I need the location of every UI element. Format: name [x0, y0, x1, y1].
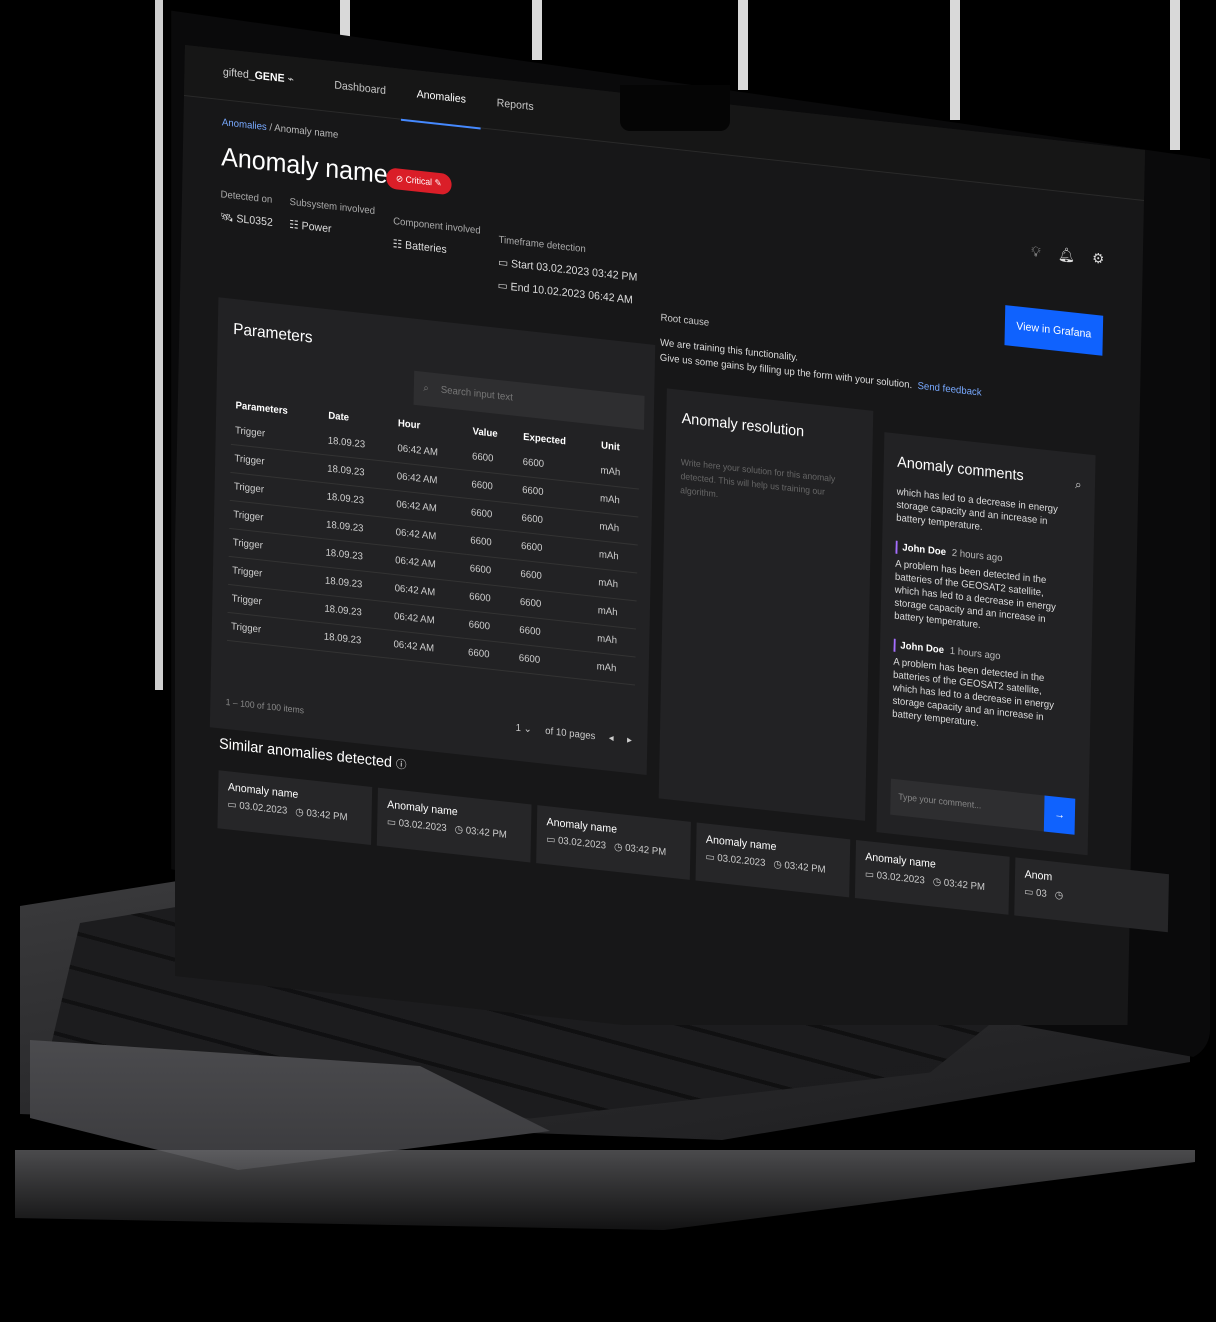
clock-icon: ◷	[1054, 889, 1064, 902]
detected-on: Detected on 🛰︎ SL0352	[219, 189, 273, 229]
edit-icon[interactable]: ✎	[434, 178, 441, 189]
view-in-grafana-button[interactable]: View in Grafana	[1004, 305, 1104, 356]
clock-icon: ◷	[295, 806, 304, 819]
laptop-screen: gifted_GENE ⌁ Dashboard Anomalies Report…	[175, 25, 1195, 1025]
calendar-icon: ▭	[386, 816, 397, 829]
timeframe: Timeframe detection ▭ Start 03.02.2023 0…	[497, 234, 638, 307]
calendar-icon: ▭	[497, 279, 508, 293]
root-cause: Root cause We are training this function…	[659, 312, 982, 399]
comments-title: Anomaly comments	[897, 453, 1024, 485]
resolution-title: Anomaly resolution	[681, 410, 805, 441]
comment-item: John Doe 1 hours ago A problem has been d…	[892, 638, 1067, 740]
page-select[interactable]: 1 ⌄	[516, 723, 532, 736]
parameters-title: Parameters	[233, 320, 313, 347]
anomaly-comments-panel: Anomaly comments ⌕ which has led to a de…	[876, 432, 1096, 856]
tab-reports[interactable]: Reports	[481, 77, 550, 134]
items-count: 1 – 100 of 100 items	[225, 696, 305, 716]
comment-partial: which has led to a decrease in energy st…	[896, 486, 1058, 534]
clock-icon: ◷	[454, 824, 464, 837]
laptop-edge	[15, 1150, 1195, 1230]
alert-icon: ⊘	[395, 173, 404, 185]
clock-icon: ◷	[613, 841, 623, 854]
satellite-icon: 🛰︎	[219, 211, 234, 225]
severity-badge[interactable]: ⊘ Critical ✎	[386, 167, 452, 196]
bell-icon[interactable]: 🔔︎	[1058, 246, 1075, 265]
app-window: gifted_GENE ⌁ Dashboard Anomalies Report…	[175, 45, 1169, 1025]
similar-anomaly-card[interactable]: Anomaly name ▭ 03.02.2023 ◷ 03:42 PM	[536, 805, 691, 880]
parameters-panel: Parameters ⌕ Search input text Parameter…	[209, 297, 656, 775]
gear-icon[interactable]: ⚙	[1092, 249, 1104, 267]
calendar-icon: ▭	[864, 869, 875, 882]
info-icon[interactable]: ⓘ	[396, 759, 407, 772]
next-page-icon[interactable]: ▸	[627, 735, 632, 747]
breadcrumb-current: Anomaly name	[274, 122, 339, 141]
calendar-icon: ▭	[546, 834, 556, 847]
app-logo[interactable]: gifted_GENE ⌁	[223, 65, 294, 86]
window-frame-line	[155, 0, 163, 690]
tab-dashboard[interactable]: Dashboard	[318, 60, 401, 119]
similar-anomaly-card[interactable]: Anom ▭ 03 ◷	[1014, 857, 1169, 933]
comment-item: John Doe 2 hours ago A problem has been d…	[894, 540, 1069, 642]
similar-anomaly-card[interactable]: Anomaly name ▭ 03.02.2023 ◷ 03:42 PM	[217, 770, 373, 846]
arrow-right-icon: →	[1054, 808, 1065, 822]
header-actions: 💡︎ 🔔︎ ⚙	[1031, 243, 1104, 268]
calendar-icon: ▭	[498, 256, 509, 270]
lightbulb-icon[interactable]: 💡︎	[1031, 243, 1041, 261]
calendar-icon: ▭	[705, 851, 715, 864]
breadcrumb-link-anomalies[interactable]: Anomalies	[222, 117, 267, 133]
similar-anomaly-card[interactable]: Anomaly name ▭ 03.02.2023 ◷ 03:42 PM	[376, 787, 532, 863]
anomaly-resolution-panel: Anomaly resolution Write here your solut…	[658, 388, 874, 821]
clock-icon: ◷	[932, 876, 942, 889]
camera-notch	[620, 85, 730, 131]
similar-anomaly-card[interactable]: Anomaly name ▭ 03.02.2023 ◷ 03:42 PM	[695, 822, 851, 898]
comments-list[interactable]: which has led to a decrease in energy st…	[891, 486, 1069, 785]
search-icon: ⌕	[423, 382, 429, 395]
page-title: Anomaly name	[220, 141, 389, 190]
tab-anomalies[interactable]: Anomalies	[400, 68, 482, 130]
subsystem: Subsystem involved ☷ Power	[289, 196, 376, 236]
similar-anomaly-card[interactable]: Anomaly name ▭ 03.02.2023 ◷ 03:42 PM	[854, 839, 1010, 915]
hierarchy-icon: ☷	[289, 218, 299, 232]
resolution-textarea[interactable]: Write here your solution for this anomal…	[680, 455, 854, 516]
pagination: 1 ⌄ of 10 pages ◂ ▸	[515, 722, 633, 747]
search-icon[interactable]: ⌕	[1075, 477, 1082, 493]
calendar-icon: ▭	[1024, 886, 1034, 899]
hierarchy-icon: ☷	[392, 238, 403, 252]
logo-mark-icon: ⌁	[287, 73, 295, 86]
calendar-icon: ▭	[227, 799, 237, 812]
nav-tabs: Dashboard Anomalies Reports	[318, 60, 549, 135]
breadcrumb: Anomalies / Anomaly name	[221, 117, 339, 141]
prev-page-icon[interactable]: ◂	[609, 733, 614, 745]
parameters-table: Parameters Date Hour Value Expected Unit…	[226, 394, 640, 686]
clock-icon: ◷	[773, 859, 782, 871]
component: Component involved ☷ Batteries	[392, 216, 481, 257]
